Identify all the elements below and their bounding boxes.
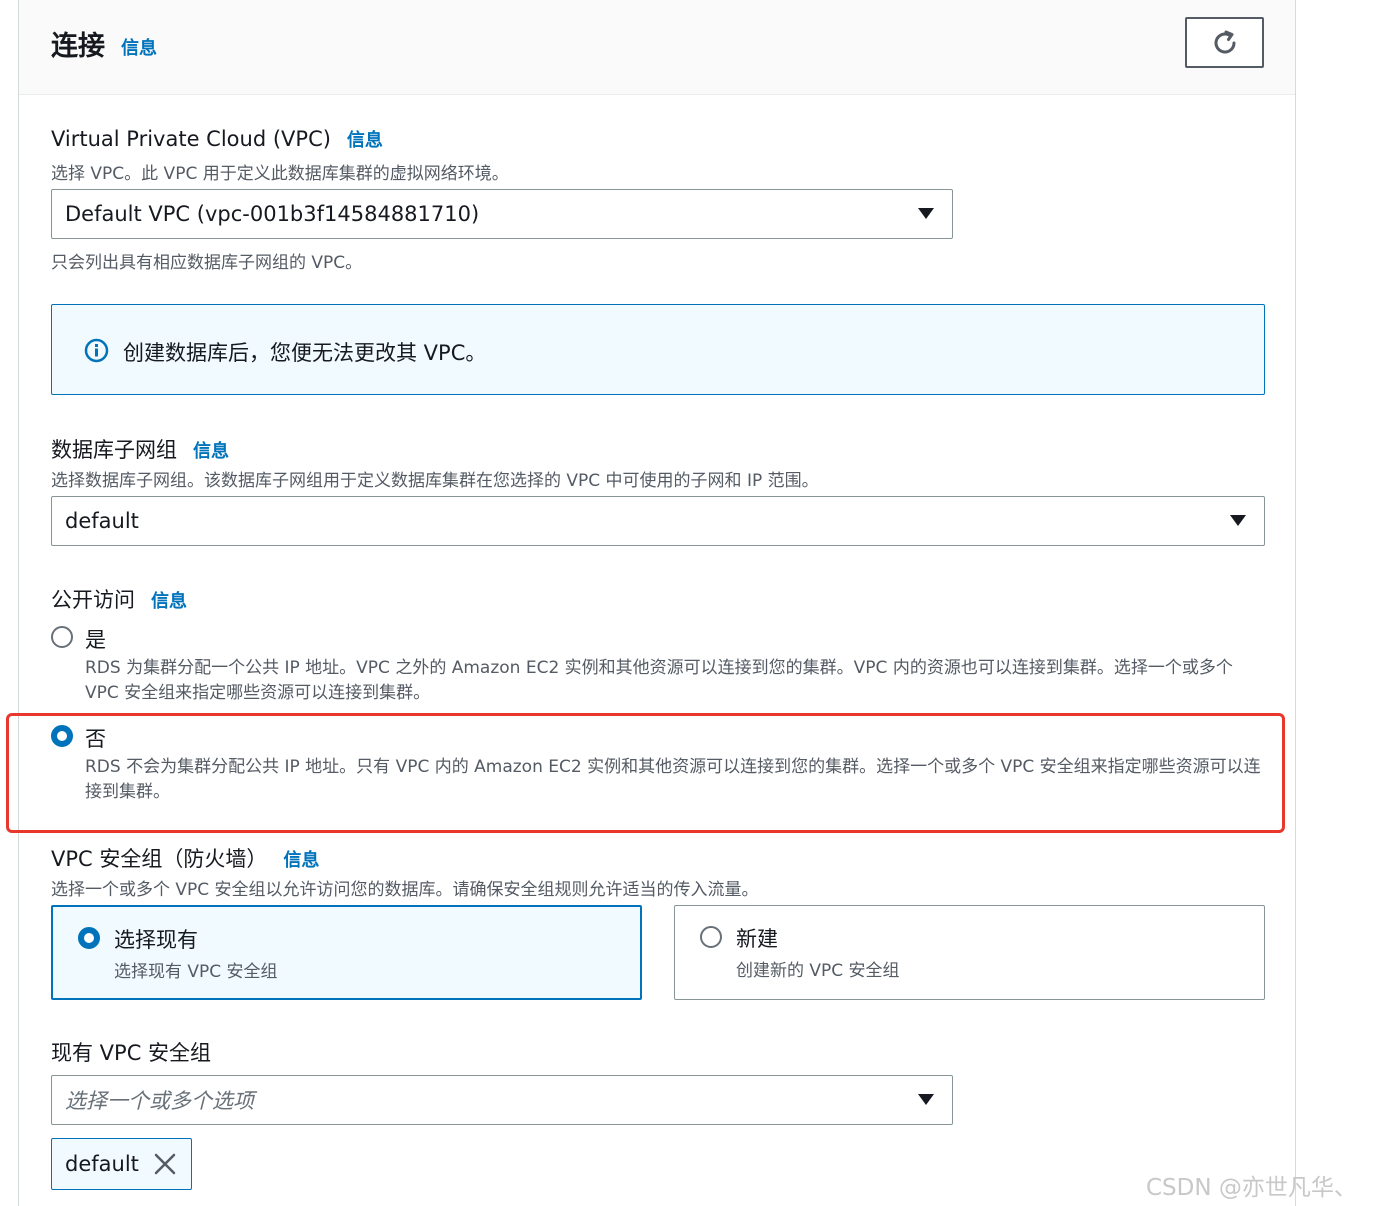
refresh-button[interactable] [1185, 17, 1264, 68]
tile-create-new-title: 新建 [736, 927, 778, 951]
public-access-info-link[interactable]: 信息 [151, 591, 187, 612]
watermark: CSDN @亦世凡华、 [1146, 1175, 1357, 1201]
subnet-group-select[interactable]: default [51, 496, 1265, 546]
choose-existing-radio[interactable] [78, 927, 100, 949]
security-group-label-text: VPC 安全组（防火墙） [51, 847, 268, 871]
panel-title-text: 连接 [51, 31, 105, 62]
public-access-label-text: 公开访问 [51, 588, 135, 612]
existing-groups-multiselect[interactable]: 选择一个或多个选项 [51, 1075, 953, 1125]
info-circle-icon [84, 338, 109, 363]
public-access-yes-label[interactable]: 是 [85, 624, 106, 654]
public-access-yes-description: RDS 为集群分配一个公共 IP 地址。VPC 之外的 Amazon EC2 实… [85, 658, 1233, 703]
tile-create-new[interactable]: 新建 创建新的 VPC 安全组 [674, 905, 1265, 1000]
panel-header: 连接 信息 [19, 0, 1295, 95]
existing-groups-placeholder: 选择一个或多个选项 [65, 1089, 254, 1113]
caret-down-icon [918, 208, 934, 219]
subnet-group-info-link[interactable]: 信息 [193, 441, 229, 462]
caret-down-icon [918, 1094, 934, 1105]
vpc-info-link[interactable]: 信息 [347, 130, 383, 151]
vpc-info-alert: 创建数据库后，您便无法更改其 VPC。 [51, 304, 1265, 395]
subnet-group-description: 选择数据库子网组。该数据库子网组用于定义数据库集群在您选择的 VPC 中可使用的… [51, 471, 819, 491]
vpc-description: 选择 VPC。此 VPC 用于定义此数据库集群的虚拟网络环境。 [51, 164, 509, 184]
tile-create-new-description: 创建新的 VPC 安全组 [736, 961, 900, 981]
vpc-hint: 只会列出具有相应数据库子网组的 VPC。 [51, 253, 363, 273]
security-group-info-link[interactable]: 信息 [283, 850, 319, 871]
security-group-label: VPC 安全组（防火墙） 信息 [51, 843, 319, 873]
vpc-label-text: Virtual Private Cloud (VPC) [51, 127, 331, 151]
selected-token: default [51, 1138, 192, 1190]
panel-title: 连接 信息 [51, 24, 157, 63]
public-access-label: 公开访问 信息 [51, 584, 187, 614]
security-group-description: 选择一个或多个 VPC 安全组以允许访问您的数据库。请确保安全组规则允许适当的传… [51, 880, 759, 900]
vpc-select-value: Default VPC (vpc-001b3f14584881710) [65, 202, 480, 226]
existing-groups-label: 现有 VPC 安全组 [51, 1041, 212, 1065]
tile-choose-existing-title: 选择现有 [114, 928, 198, 952]
vpc-select[interactable]: Default VPC (vpc-001b3f14584881710) [51, 189, 953, 239]
public-access-no-description: RDS 不会为集群分配公共 IP 地址。只有 VPC 内的 Amazon EC2… [85, 757, 1261, 802]
connectivity-panel: 连接 信息 Virtual Private Cloud (VPC) 信息 选择 V… [18, 0, 1296, 1206]
public-access-no-label[interactable]: 否 [85, 723, 106, 753]
close-icon[interactable] [153, 1152, 177, 1176]
tile-choose-existing[interactable]: 选择现有 选择现有 VPC 安全组 [51, 905, 642, 1000]
selected-token-label: default [65, 1152, 139, 1176]
header-info-link[interactable]: 信息 [121, 34, 157, 60]
refresh-icon [1214, 30, 1235, 53]
create-new-radio[interactable] [700, 926, 722, 948]
public-access-no-radio[interactable] [51, 725, 73, 747]
alert-text: 创建数据库后，您便无法更改其 VPC。 [123, 341, 487, 365]
caret-down-icon [1230, 515, 1246, 526]
vpc-label: Virtual Private Cloud (VPC) 信息 [51, 126, 383, 152]
subnet-group-select-value: default [65, 509, 139, 533]
tile-choose-existing-description: 选择现有 VPC 安全组 [114, 962, 278, 982]
subnet-group-label: 数据库子网组 信息 [51, 434, 229, 464]
public-access-yes-radio[interactable] [51, 626, 73, 648]
subnet-group-label-text: 数据库子网组 [51, 438, 177, 462]
